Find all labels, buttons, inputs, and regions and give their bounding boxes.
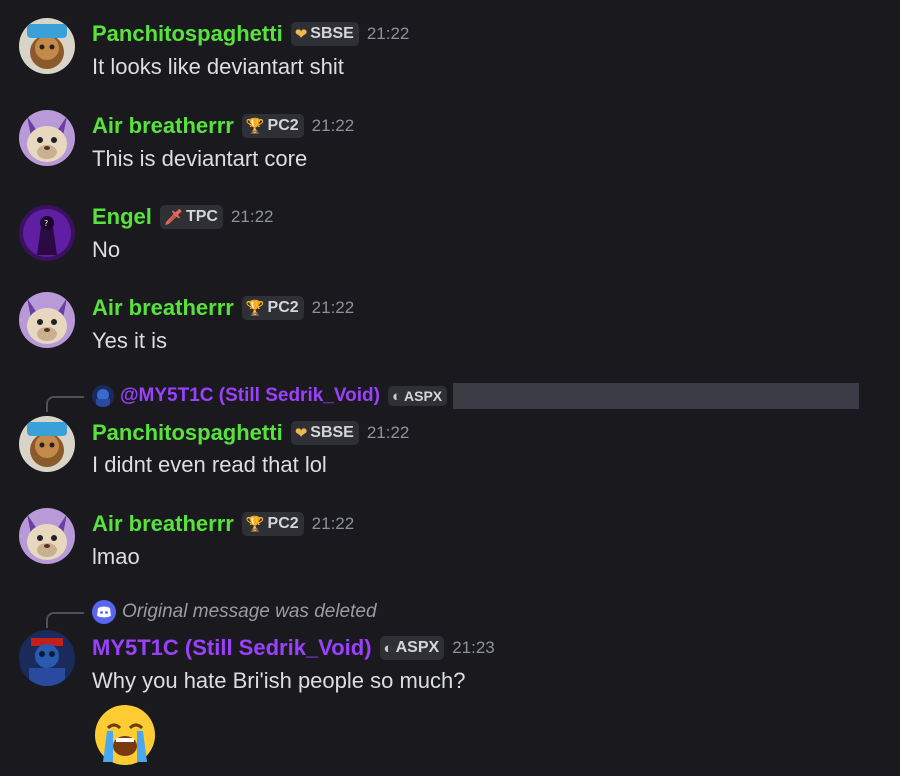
avatar[interactable] [19, 18, 75, 74]
avatar[interactable] [19, 508, 75, 564]
timestamp: 21:22 [366, 24, 410, 43]
trophy-icon: 🏆 [245, 117, 265, 135]
username[interactable]: Air breatherrr [92, 295, 234, 321]
reply-connector [46, 396, 84, 412]
clan-tag-label: ASPX [404, 388, 443, 404]
message-text: This is deviantart core [92, 146, 308, 171]
reply-preview: Original message was deleted [92, 598, 377, 626]
username[interactable]: Panchitospaghetti [92, 21, 283, 47]
reply-connector [46, 612, 84, 628]
trophy-icon: 🏆 [245, 299, 265, 317]
reply-avatar [92, 385, 114, 407]
timestamp: 21:22 [311, 116, 355, 135]
clan-tag-label: TPC [185, 208, 218, 225]
username[interactable]: Air breatherrr [92, 511, 234, 537]
clan-tag-label: PC2 [267, 117, 299, 134]
clan-tag[interactable]: 🗡 TPC [159, 205, 223, 229]
moon-icon: ◐ [383, 639, 393, 657]
clan-tag[interactable]: ◐ ASPX [387, 386, 448, 406]
username[interactable]: MY5T1C (Still Sedrik_Void) [92, 635, 372, 661]
clan-tag[interactable]: ❤ SBSE [290, 22, 359, 46]
message-text: It looks like deviantart shit [92, 54, 344, 79]
clan-tag[interactable]: 🏆 PC2 [241, 296, 304, 320]
trophy-icon: 🏆 [245, 515, 265, 533]
clan-tag-label: PC2 [267, 515, 299, 532]
reply-username[interactable]: @MY5T1C (Still Sedrik_Void) [120, 385, 380, 407]
avatar[interactable] [19, 292, 75, 348]
loudly-crying-face-icon[interactable] [92, 702, 158, 768]
clan-tag[interactable]: 🏆 PC2 [241, 114, 304, 138]
discord-icon [92, 600, 116, 624]
message-text: Why you hate Bri'ish people so much? [92, 668, 466, 693]
timestamp: 21:23 [452, 638, 495, 657]
clan-tag[interactable]: ❤ SBSE [290, 421, 359, 445]
clan-tag[interactable]: 🏆 PC2 [241, 512, 304, 536]
chat-message-list: Panchitospaghetti ❤ SBSE 21:22 It looks … [0, 0, 900, 776]
avatar[interactable] [19, 630, 75, 686]
clan-tag[interactable]: ◐ ASPX [379, 636, 445, 660]
clan-tag-label: PC2 [267, 299, 299, 316]
heart-shield-icon: ❤ [294, 25, 308, 43]
avatar[interactable] [19, 110, 75, 166]
clan-tag-label: SBSE [310, 424, 354, 441]
avatar[interactable] [19, 416, 75, 472]
moon-icon: ◐ [391, 387, 402, 405]
timestamp: 21:22 [230, 207, 274, 226]
deleted-message-notice: Original message was deleted [122, 601, 377, 622]
heart-shield-icon: ❤ [294, 424, 308, 442]
clan-tag-label: SBSE [310, 25, 354, 42]
reply-content-redacted [453, 383, 860, 409]
timestamp: 21:22 [366, 423, 410, 442]
message-text: I didnt even read that lol [92, 452, 327, 477]
avatar[interactable]: ? [19, 205, 75, 261]
message-text: No [92, 237, 121, 262]
svg-text:?: ? [44, 219, 48, 228]
username[interactable]: Engel [92, 204, 152, 230]
clan-tag-label: ASPX [395, 639, 440, 656]
message-text: Yes it is [92, 328, 168, 353]
username[interactable]: Panchitospaghetti [92, 420, 283, 446]
timestamp: 21:22 [311, 298, 355, 317]
timestamp: 21:22 [311, 514, 355, 533]
sword-icon: 🗡 [163, 208, 183, 226]
message-text: lmao [92, 544, 140, 569]
reply-preview[interactable]: @MY5T1C (Still Sedrik_Void) ◐ ASPX [92, 382, 860, 410]
username[interactable]: Air breatherrr [92, 113, 234, 139]
